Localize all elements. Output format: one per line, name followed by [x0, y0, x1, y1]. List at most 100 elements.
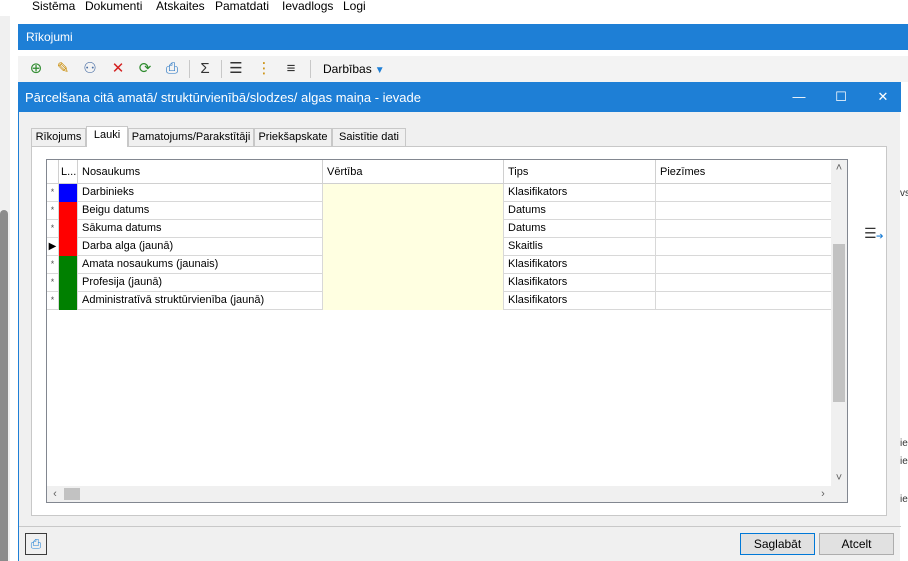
tab-prieksapskate[interactable]: Priekšapskate	[254, 128, 332, 146]
table-row[interactable]: * Amata nosaukums (jaunais) Klasifikator…	[47, 256, 831, 274]
print-icon[interactable]: ⎙	[162, 59, 182, 79]
table-row[interactable]: * Profesija (jaunā) Klasifikators	[47, 274, 831, 292]
table-row[interactable]: * Sākuma datums Datums	[47, 220, 831, 238]
horizontal-scroll-thumb[interactable]	[64, 488, 80, 500]
cell-tips: Datums	[504, 202, 656, 220]
table-row[interactable]: * Beigu datums Datums	[47, 202, 831, 220]
cell-piezimes[interactable]	[656, 202, 831, 220]
chevron-down-icon: ▼	[374, 65, 385, 76]
dialog-title-bar: Pārcelšana citā amatā/ struktūrvienībā/s…	[19, 82, 901, 112]
cell-piezimes[interactable]	[656, 238, 831, 256]
footer-divider	[19, 526, 901, 527]
row-indicator: *	[47, 256, 59, 274]
vertical-scroll-thumb[interactable]	[833, 244, 845, 402]
scroll-up-icon[interactable]: ˄	[831, 160, 847, 176]
cell-vertiba[interactable]	[323, 238, 504, 256]
menu-ievadlogs[interactable]: Ievadlogs	[282, 0, 333, 13]
left-scrollbar-thumb[interactable]	[0, 210, 8, 561]
cell-tips: Klasifikators	[504, 256, 656, 274]
toolbar-separator	[221, 60, 222, 78]
header-vertiba[interactable]: Vērtība	[323, 160, 504, 184]
cell-tips: Klasifikators	[504, 292, 656, 310]
vertical-scrollbar[interactable]: ˄ ˅	[831, 160, 847, 486]
row-indicator: *	[47, 220, 59, 238]
toolbar-separator	[310, 60, 311, 78]
cell-nosaukums: Amata nosaukums (jaunais)	[78, 256, 323, 274]
background-fragment: vs	[900, 188, 908, 199]
cell-nosaukums: Administratīvā struktūrvienība (jaunā)	[78, 292, 323, 310]
scroll-right-icon[interactable]: ›	[815, 486, 831, 502]
add-icon[interactable]: ⊕	[26, 59, 46, 79]
cell-tips: Klasifikators	[504, 274, 656, 292]
tab-rikojums[interactable]: Rīkojums	[31, 128, 86, 146]
actions-dropdown[interactable]: Darbības ▼	[323, 62, 385, 76]
tree-icon[interactable]: ⋮	[254, 59, 274, 79]
minimize-icon[interactable]: —	[789, 87, 809, 107]
header-indicator	[47, 160, 59, 184]
tab-saistitie-dati[interactable]: Saistītie dati	[332, 128, 406, 146]
cell-vertiba[interactable]	[323, 292, 504, 310]
cell-tips: Klasifikators	[504, 184, 656, 202]
cell-piezimes[interactable]	[656, 184, 831, 202]
list-icon[interactable]: ☰	[226, 59, 246, 79]
cell-vertiba[interactable]	[323, 274, 504, 292]
dialog-title: Pārcelšana citā amatā/ struktūrvienībā/s…	[25, 90, 421, 105]
edit-icon[interactable]: ✎	[53, 59, 73, 79]
cell-piezimes[interactable]	[656, 220, 831, 238]
cancel-button[interactable]: Atcelt	[819, 533, 894, 555]
background-fragment: ie	[900, 456, 908, 467]
save-button[interactable]: Saglabāt	[740, 533, 815, 555]
row-color-swatch	[59, 256, 78, 274]
column-settings-icon[interactable]: ☰ ➔	[864, 225, 886, 247]
refresh-icon[interactable]: ⟳	[135, 59, 155, 79]
tab-lauki[interactable]: Lauki	[86, 126, 128, 147]
menu-sistema[interactable]: Sistēma	[32, 0, 75, 13]
menu-bar: Sistēma Dokumenti Atskaites Pamatdati Ie…	[0, 0, 908, 16]
print-icon[interactable]: ⎙	[25, 533, 47, 555]
cell-piezimes[interactable]	[656, 292, 831, 310]
menu-logi[interactable]: Logi	[343, 0, 366, 13]
horizontal-scrollbar[interactable]: ‹ ›	[47, 486, 831, 502]
menu-pamatdati[interactable]: Pamatdati	[215, 0, 269, 13]
background-fragment: ie	[900, 438, 908, 449]
view-icon[interactable]: ⚇	[80, 59, 100, 79]
delete-icon[interactable]: ✕	[108, 59, 128, 79]
row-color-swatch	[59, 274, 78, 292]
cell-vertiba[interactable]	[323, 184, 504, 202]
cell-vertiba[interactable]	[323, 202, 504, 220]
cell-vertiba[interactable]	[323, 256, 504, 274]
sum-icon[interactable]: Σ	[195, 59, 215, 79]
cell-tips: Skaitlis	[504, 238, 656, 256]
indent-icon[interactable]: ≡	[281, 59, 301, 79]
cell-nosaukums: Darbinieks	[78, 184, 323, 202]
cell-nosaukums: Beigu datums	[78, 202, 323, 220]
grid-header: L... Nosaukums Vērtība Tips Piezīmes	[47, 160, 831, 184]
header-tips[interactable]: Tips	[504, 160, 656, 184]
header-nosaukums[interactable]: Nosaukums	[78, 160, 323, 184]
header-level[interactable]: L...	[59, 160, 78, 184]
close-icon[interactable]: ✕	[873, 87, 893, 107]
row-color-swatch	[59, 184, 78, 202]
cell-piezimes[interactable]	[656, 256, 831, 274]
scroll-left-icon[interactable]: ‹	[47, 486, 63, 502]
table-row[interactable]: * Darbinieks Klasifikators	[47, 184, 831, 202]
maximize-icon[interactable]: ☐	[831, 87, 851, 107]
menu-dokumenti[interactable]: Dokumenti	[85, 0, 142, 13]
fields-grid: L... Nosaukums Vērtība Tips Piezīmes * D…	[46, 159, 848, 503]
scroll-corner	[831, 486, 847, 502]
table-row[interactable]: ▶ Darba alga (jaunā) Skaitlis	[47, 238, 831, 256]
module-title: Rīkojumi	[26, 30, 73, 44]
row-color-swatch	[59, 220, 78, 238]
menu-atskaites[interactable]: Atskaites	[156, 0, 205, 13]
actions-label: Darbības	[323, 62, 372, 76]
table-row[interactable]: * Administratīvā struktūrvienība (jaunā)…	[47, 292, 831, 310]
tab-pamatojums[interactable]: Pamatojums/Parakstītāji	[128, 128, 254, 146]
background-window-edge: vs ie ie ie	[900, 82, 908, 561]
scroll-down-icon[interactable]: ˅	[831, 470, 847, 486]
row-indicator: *	[47, 274, 59, 292]
cell-piezimes[interactable]	[656, 274, 831, 292]
cell-nosaukums: Sākuma datums	[78, 220, 323, 238]
cell-vertiba[interactable]	[323, 220, 504, 238]
header-piezimes[interactable]: Piezīmes	[656, 160, 831, 184]
row-color-swatch	[59, 292, 78, 310]
